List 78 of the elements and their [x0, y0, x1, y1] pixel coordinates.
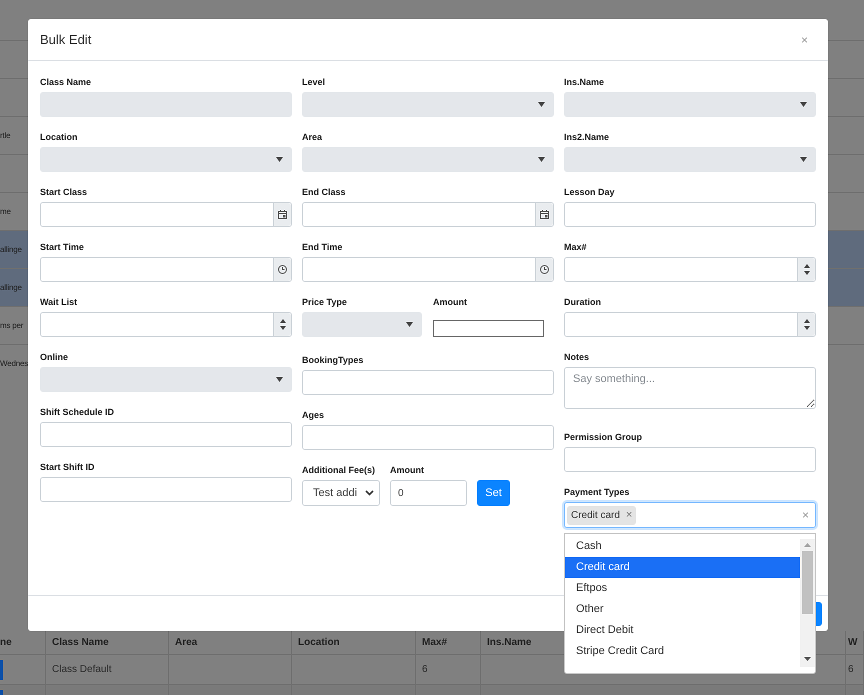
- set-button[interactable]: Set: [477, 480, 510, 506]
- calendar-icon: [278, 210, 287, 219]
- number-field[interactable]: [564, 312, 816, 337]
- time-field[interactable]: [302, 257, 554, 282]
- field-label: Start Class: [40, 187, 88, 198]
- text-field[interactable]: [40, 477, 292, 502]
- time-field[interactable]: [40, 257, 292, 282]
- text-field[interactable]: [40, 422, 292, 447]
- date-field[interactable]: [40, 202, 292, 227]
- field-label: Payment Types: [564, 487, 630, 498]
- field-label: BookingTypes: [302, 355, 364, 366]
- field-label: Price Type: [302, 297, 348, 308]
- field-label: Ages: [302, 410, 326, 421]
- caret-icon: [406, 322, 413, 327]
- background-text: allinge: [0, 282, 22, 294]
- dropdown-option[interactable]: Credit card: [565, 557, 800, 578]
- background-text: rtle: [0, 130, 10, 142]
- amount-field[interactable]: [433, 320, 544, 336]
- tag-remove[interactable]: ×: [626, 506, 632, 524]
- column-header: W: [846, 631, 864, 654]
- amount-field[interactable]: 0: [390, 480, 467, 506]
- caret-icon: [276, 157, 283, 162]
- table-cell-text: Class Default: [52, 663, 112, 677]
- text-field[interactable]: [564, 447, 816, 472]
- field-label: Start Shift ID: [40, 462, 96, 473]
- field-label: Location: [40, 132, 78, 143]
- number-field[interactable]: [40, 312, 292, 337]
- field-label: Max#: [564, 242, 588, 253]
- field-label: End Time: [302, 242, 344, 253]
- spinner-icon: [280, 319, 286, 330]
- table-cell-text: 6: [848, 663, 854, 677]
- caret-icon: [800, 157, 807, 162]
- field-label: Additional Fee(s): [302, 465, 376, 476]
- background-text: me: [0, 206, 11, 218]
- field-label: Online: [40, 352, 70, 363]
- notes-field[interactable]: Say something...: [564, 367, 816, 409]
- dropdown-option[interactable]: Other: [565, 599, 800, 620]
- date-field[interactable]: [302, 202, 554, 227]
- clock-icon: [540, 265, 549, 274]
- row-button[interactable]: [0, 660, 3, 680]
- spinner-icon: [804, 264, 810, 275]
- fee-select[interactable]: Test addi: [302, 480, 380, 506]
- field-label: Start Time: [40, 242, 85, 253]
- clock-icon: [278, 265, 287, 274]
- caret-icon: [538, 157, 545, 162]
- dropdown-option[interactable]: Eftpos: [565, 578, 800, 599]
- field-label: Area: [302, 132, 324, 143]
- spinner-icon: [804, 319, 810, 330]
- dropdown-option[interactable]: Cash: [565, 536, 800, 557]
- caret-icon: [276, 377, 283, 382]
- number-field[interactable]: [564, 257, 816, 282]
- caret-icon: [538, 102, 545, 107]
- table-cell-text: 6: [422, 663, 428, 677]
- background-text: ms per: [0, 320, 24, 332]
- background-text: Wednes: [0, 358, 28, 370]
- dialog-title: Bulk Edit: [40, 30, 92, 49]
- text-field[interactable]: [302, 370, 554, 395]
- field-label: Permission Group: [564, 432, 644, 443]
- field-label: Ins.Name: [564, 77, 606, 88]
- tag-label: Credit card: [571, 508, 620, 522]
- field-label: Ins2.Name: [564, 132, 610, 143]
- field-label: Amount: [433, 297, 468, 308]
- calendar-icon: [540, 210, 549, 219]
- field-label: Shift Schedule ID: [40, 407, 116, 418]
- text-field[interactable]: [564, 202, 816, 227]
- field-label: Amount: [390, 465, 425, 476]
- field-label: Class Name: [40, 77, 92, 88]
- field-label: Duration: [564, 297, 602, 308]
- text-field[interactable]: [302, 425, 554, 450]
- field-label: Lesson Day: [564, 187, 616, 198]
- field-label: End Class: [302, 187, 347, 198]
- field-label: Wait List: [40, 297, 78, 308]
- payment-types-field[interactable]: Credit card × ×: [564, 502, 816, 528]
- background-text: allinge: [0, 244, 22, 256]
- field-label: Level: [302, 77, 326, 88]
- field-label: Notes: [564, 352, 590, 363]
- caret-icon: [800, 102, 807, 107]
- chevron-down-icon: [365, 490, 374, 496]
